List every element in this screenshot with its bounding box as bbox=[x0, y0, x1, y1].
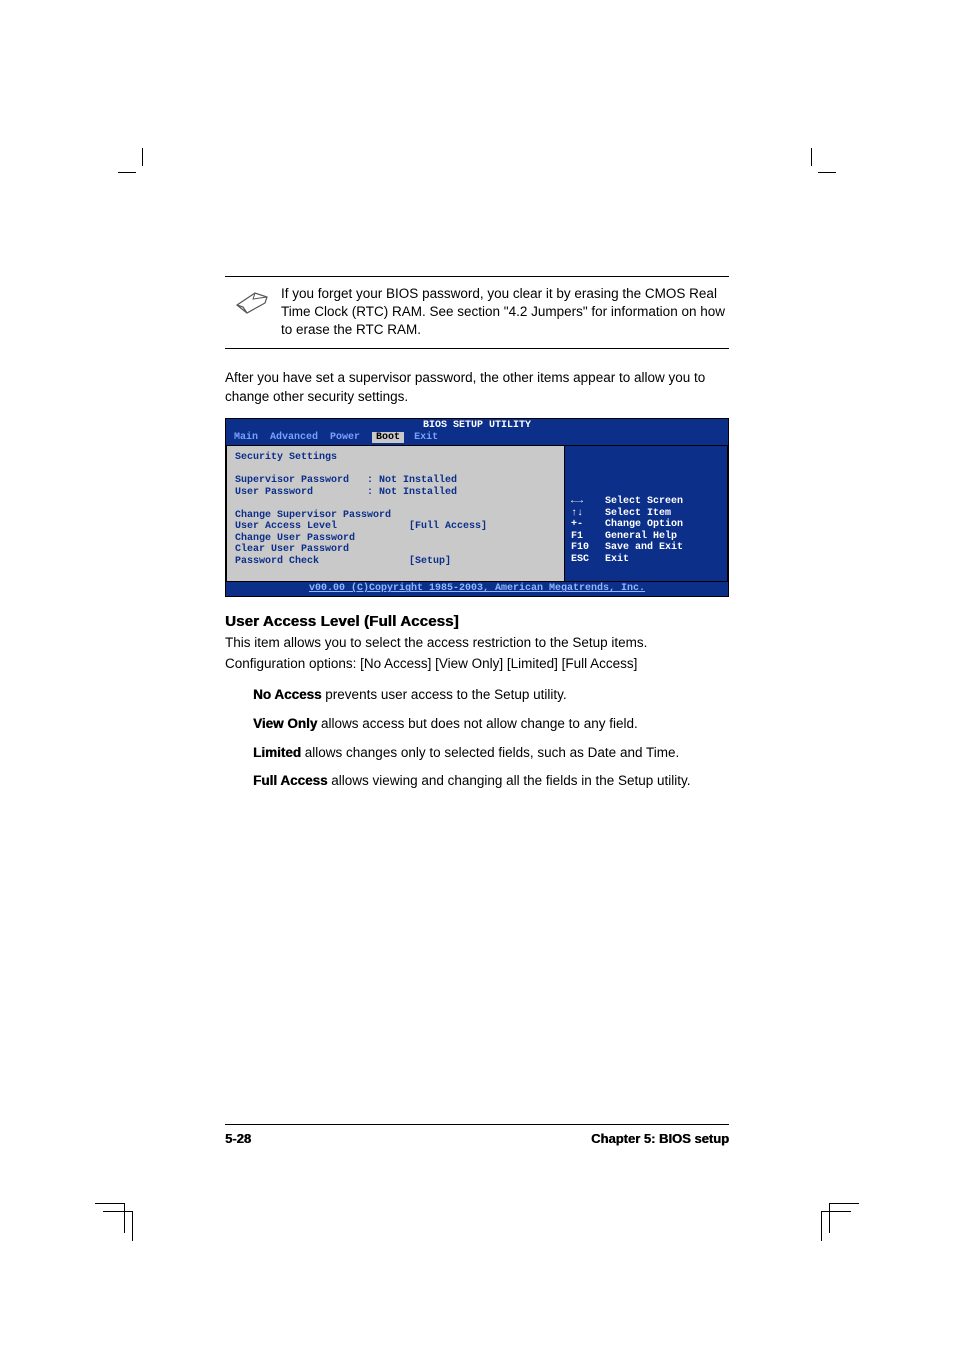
options-list: No Access prevents user access to the Se… bbox=[253, 686, 729, 792]
bios-usr-label: User Password bbox=[235, 487, 313, 498]
bios-sup-label: Supervisor Password bbox=[235, 475, 349, 486]
help-row: ESCExit bbox=[571, 554, 721, 566]
bios-row-1: Change Supervisor Password bbox=[235, 510, 391, 521]
bios-menu-power: Power bbox=[330, 432, 372, 444]
bios-screenshot: BIOS SETUP UTILITY Main Advanced Power B… bbox=[225, 418, 729, 597]
bios-title: BIOS SETUP UTILITY bbox=[226, 419, 728, 432]
bios-menu-main: Main bbox=[234, 432, 270, 444]
help-row: F10Save and Exit bbox=[571, 542, 721, 554]
page-footer: 5-28 Chapter 5: BIOS setup bbox=[225, 1124, 729, 1146]
help-row: ←→Select Screen bbox=[571, 496, 721, 508]
help-txt: Exit bbox=[605, 554, 629, 566]
section-heading: User Access Level (Full Access] bbox=[225, 613, 729, 630]
note-text: If you forget your BIOS password, you cl… bbox=[281, 285, 729, 340]
section-p1: This item allows you to select the acces… bbox=[225, 634, 729, 653]
bios-usr-val: : Not Installed bbox=[367, 487, 457, 498]
bios-row-4: Clear User Password bbox=[235, 544, 349, 555]
help-txt: Select Screen bbox=[605, 496, 683, 508]
bios-row-5-label: Password Check bbox=[235, 556, 319, 567]
help-row: ↑↓Select Item bbox=[571, 508, 721, 520]
option-full-access: Full Access allows viewing and changing … bbox=[253, 772, 729, 791]
help-key: ESC bbox=[571, 554, 605, 566]
help-key: ↑↓ bbox=[571, 508, 605, 520]
bios-menu-boot: Boot bbox=[372, 432, 404, 444]
bios-menu-exit: Exit bbox=[414, 432, 450, 444]
bios-menu-advanced: Advanced bbox=[270, 432, 330, 444]
option-limited: Limited allows changes only to selected … bbox=[253, 744, 729, 763]
option-label: No Access bbox=[253, 687, 322, 702]
bios-row-5-val: [Setup] bbox=[409, 556, 451, 567]
help-txt: Save and Exit bbox=[605, 542, 683, 554]
option-label: Limited bbox=[253, 745, 301, 760]
option-text: allows viewing and changing all the fiel… bbox=[328, 773, 691, 788]
option-text: allows access but does not allow change … bbox=[317, 716, 637, 731]
section-p2: Configuration options: [No Access] [View… bbox=[225, 655, 729, 674]
intro-paragraph: After you have set a supervisor password… bbox=[225, 369, 729, 407]
page-number: 5-28 bbox=[225, 1131, 251, 1146]
note-box: If you forget your BIOS password, you cl… bbox=[225, 276, 729, 349]
bios-row-2-val: [Full Access] bbox=[409, 521, 487, 532]
bios-section-heading: Security Settings bbox=[235, 452, 337, 463]
bios-row-3: Change User Password bbox=[235, 533, 355, 544]
help-key: F1 bbox=[571, 531, 605, 543]
option-label: Full Access bbox=[253, 773, 328, 788]
option-label: View Only bbox=[253, 716, 317, 731]
bios-sup-val: : Not Installed bbox=[367, 475, 457, 486]
option-view-only: View Only allows access but does not all… bbox=[253, 715, 729, 734]
help-key: F10 bbox=[571, 542, 605, 554]
bios-menu: Main Advanced Power Boot Exit bbox=[226, 432, 728, 446]
chapter-label: Chapter 5: BIOS setup bbox=[591, 1131, 729, 1146]
option-no-access: No Access prevents user access to the Se… bbox=[253, 686, 729, 705]
bios-footer: v00.00 (C)Copyright 1985-2003, American … bbox=[226, 582, 728, 596]
bios-help-panel: ←→Select Screen ↑↓Select Item +-Change O… bbox=[564, 445, 728, 582]
help-row: +-Change Option bbox=[571, 519, 721, 531]
help-key: ←→ bbox=[571, 496, 605, 508]
option-text: prevents user access to the Setup utilit… bbox=[322, 687, 567, 702]
help-row: F1General Help bbox=[571, 531, 721, 543]
bios-left-panel: Security Settings Supervisor Password : … bbox=[226, 445, 564, 582]
help-txt: Change Option bbox=[605, 519, 683, 531]
help-txt: Select Item bbox=[605, 508, 671, 520]
help-txt: General Help bbox=[605, 531, 677, 543]
note-icon bbox=[225, 285, 281, 340]
page-content: If you forget your BIOS password, you cl… bbox=[225, 276, 729, 801]
help-key: +- bbox=[571, 519, 605, 531]
bios-row-2-label: User Access Level bbox=[235, 521, 337, 532]
option-text: allows changes only to selected fields, … bbox=[301, 745, 679, 760]
